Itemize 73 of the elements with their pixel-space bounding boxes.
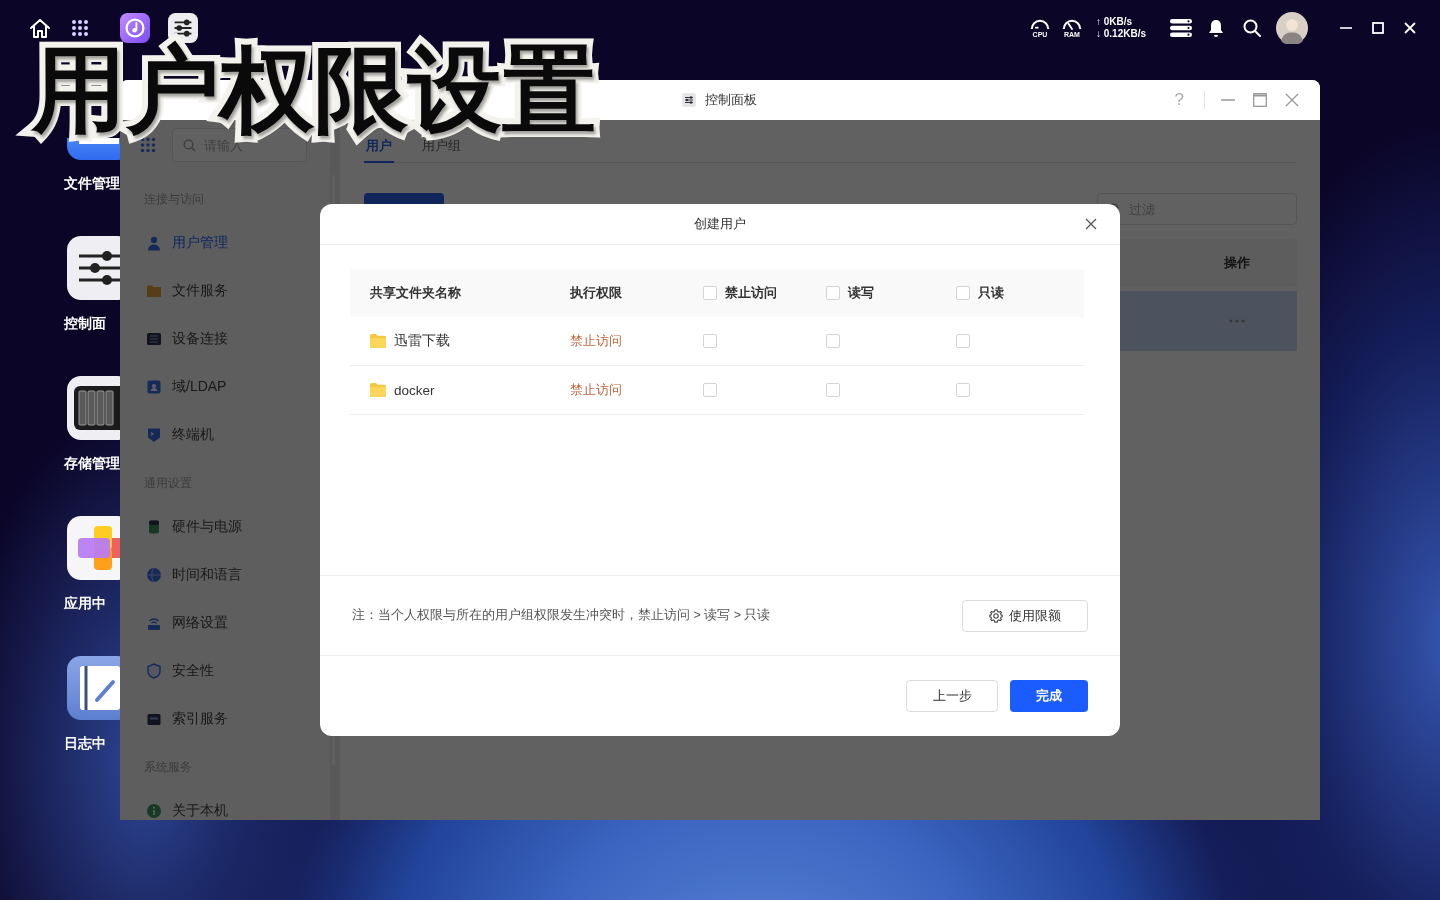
home-icon[interactable] xyxy=(29,17,51,39)
note-text: 注：当个人权限与所在的用户组权限发生冲突时，禁止访问 > 读写 > 只读 xyxy=(352,607,771,624)
checkbox[interactable] xyxy=(703,286,717,300)
checkbox[interactable] xyxy=(703,383,717,397)
column-header: 只读 xyxy=(978,284,1004,302)
sliders-icon xyxy=(682,93,696,107)
avatar[interactable] xyxy=(1276,12,1308,44)
sidebar-item[interactable]: 终端机 xyxy=(120,411,330,459)
search-icon xyxy=(183,138,196,152)
gauge-icon xyxy=(1060,17,1083,30)
sidebar-item[interactable]: 文件服务 xyxy=(120,267,330,315)
secondary-button[interactable]: 上一步 xyxy=(906,680,998,712)
notebook-app-icon[interactable] xyxy=(67,656,120,720)
sidebar-item[interactable]: 时间和语言 xyxy=(120,551,330,599)
close-icon[interactable] xyxy=(1085,218,1097,230)
permission-text: 禁止访问 xyxy=(570,332,622,350)
sidebar-item[interactable]: 硬件与电源 xyxy=(120,503,330,551)
sliders-app-icon[interactable] xyxy=(67,236,120,300)
cylinder-icon xyxy=(146,519,162,535)
gauge-icon xyxy=(1028,17,1051,30)
column-header: 读写 xyxy=(848,284,874,302)
shield-icon xyxy=(146,663,162,679)
sidebar-item[interactable]: 索引服务 xyxy=(120,695,330,743)
drive-bays-app-icon[interactable] xyxy=(67,376,120,440)
gear-icon xyxy=(989,608,1003,623)
sidebar-item[interactable]: 关于本机 xyxy=(120,787,330,820)
id-card-icon xyxy=(146,379,162,395)
app-label: 存储管理 xyxy=(64,456,120,472)
download-speed: ↓ 0.12KB/s xyxy=(1095,28,1146,40)
person-icon xyxy=(146,235,162,251)
globe-icon xyxy=(146,567,162,583)
checkbox[interactable] xyxy=(956,383,970,397)
checkbox[interactable] xyxy=(956,286,970,300)
window-title: 控制面板 xyxy=(705,91,757,109)
folder-app-icon[interactable] xyxy=(67,138,120,160)
sidebar-item[interactable]: 网络设置 xyxy=(120,599,330,647)
checkbox[interactable] xyxy=(956,334,970,348)
column-header: 执行权限 xyxy=(570,284,622,302)
checkbox[interactable] xyxy=(826,286,840,300)
blocks-app-icon[interactable] xyxy=(67,516,120,580)
folder-icon xyxy=(370,383,386,397)
app-label: 控制面 xyxy=(64,316,106,332)
upload-speed: ↑ 0KB/s xyxy=(1095,16,1134,28)
column-header: 禁止访问 xyxy=(725,284,777,302)
bell-icon[interactable] xyxy=(1208,18,1224,38)
checkbox[interactable] xyxy=(826,334,840,348)
apps-grid-icon[interactable] xyxy=(71,19,89,37)
sidebar-item[interactable]: 用户管理 xyxy=(120,219,330,267)
router-icon xyxy=(146,615,162,631)
checkbox[interactable] xyxy=(826,383,840,397)
folder-name: 迅雷下载 xyxy=(394,332,450,350)
quota-button[interactable]: 使用限额 xyxy=(962,599,1088,632)
folder-icon xyxy=(146,283,162,299)
app-label: 日志中 xyxy=(64,736,106,752)
column-header: 共享文件夹名称 xyxy=(370,284,461,302)
stack-icon[interactable] xyxy=(1170,19,1192,37)
folder-name: docker xyxy=(394,382,435,398)
sidebar-item[interactable]: 设备连接 xyxy=(120,315,330,363)
app-label: 文件管理 xyxy=(64,176,120,192)
column-header: 操作 xyxy=(1224,254,1250,272)
primary-button[interactable]: 完成 xyxy=(1010,680,1088,712)
search-icon[interactable] xyxy=(1243,19,1261,37)
device-panel-icon xyxy=(146,331,162,347)
help-button[interactable]: ? xyxy=(1174,90,1184,110)
monitor-icon xyxy=(146,427,162,443)
permission-text: 禁止访问 xyxy=(570,381,622,399)
dialog-title: 创建用户 xyxy=(694,215,746,233)
folder-icon xyxy=(370,334,386,348)
app-label: 应用中 xyxy=(64,596,106,612)
sidebar-item[interactable]: 域/LDAP xyxy=(120,363,330,411)
checkbox[interactable] xyxy=(703,334,717,348)
cabinet-icon xyxy=(146,711,162,727)
sidebar-item[interactable]: 安全性 xyxy=(120,647,330,695)
